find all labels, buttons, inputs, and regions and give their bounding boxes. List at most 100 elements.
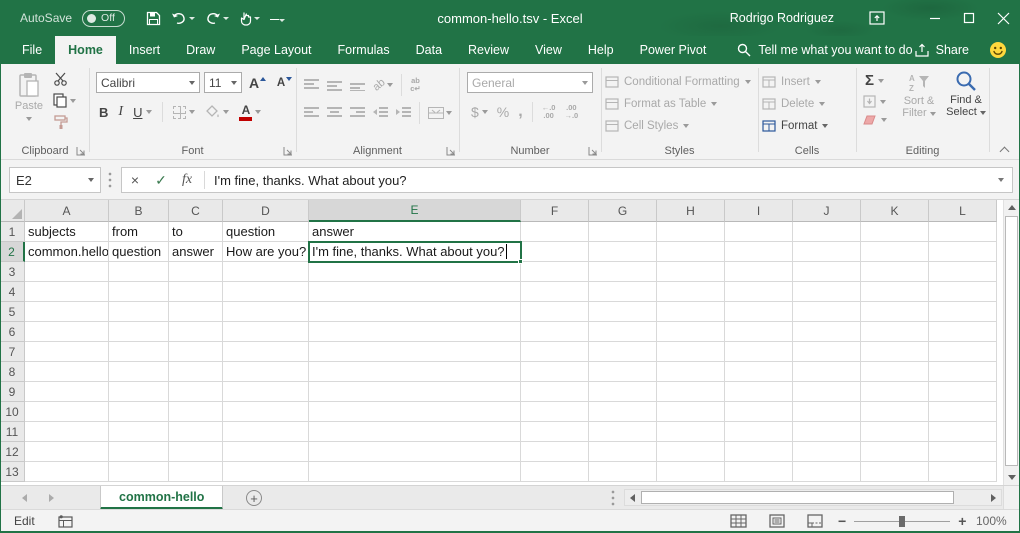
number-format-combo[interactable]: General [467,72,593,93]
align-top-icon[interactable] [304,79,319,91]
column-header-e[interactable]: E [309,200,521,222]
cell-l12[interactable] [929,442,997,462]
cell-j11[interactable] [793,422,861,442]
percent-style-button[interactable]: % [497,104,509,120]
expand-formula-bar-button[interactable] [990,178,1012,182]
cell-l1[interactable] [929,222,997,242]
cell-j8[interactable] [793,362,861,382]
redo-button[interactable] [202,6,232,30]
cell-d12[interactable] [223,442,309,462]
cell-e8[interactable] [309,362,521,382]
decrease-indent-icon[interactable] [373,107,388,119]
feedback-smiley-button[interactable] [989,41,1007,59]
cell-c4[interactable] [169,282,223,302]
cell-b3[interactable] [109,262,169,282]
insert-button[interactable]: Insert [758,71,856,93]
underline-button[interactable]: U [133,105,152,120]
cell-g11[interactable] [589,422,657,442]
wrap-text-button[interactable]: abc↵ [410,77,420,93]
cell-d9[interactable] [223,382,309,402]
cell-h7[interactable] [657,342,725,362]
cell-l7[interactable] [929,342,997,362]
cell-c11[interactable] [169,422,223,442]
align-right-icon[interactable] [350,107,365,119]
cell-e9[interactable] [309,382,521,402]
tab-formulas[interactable]: Formulas [325,36,403,64]
tab-help[interactable]: Help [575,36,627,64]
cell-c7[interactable] [169,342,223,362]
row-header-8[interactable]: 8 [0,362,25,382]
page-break-preview-button[interactable] [807,514,823,528]
undo-button[interactable] [168,6,198,30]
cell-k1[interactable] [861,222,929,242]
tab-view[interactable]: View [522,36,575,64]
column-header-l[interactable]: L [929,200,997,222]
cell-i7[interactable] [725,342,793,362]
cell-j13[interactable] [793,462,861,482]
row-header-12[interactable]: 12 [0,442,25,462]
cell-f12[interactable] [521,442,589,462]
column-header-k[interactable]: K [861,200,929,222]
cell-h9[interactable] [657,382,725,402]
cell-c10[interactable] [169,402,223,422]
row-header-10[interactable]: 10 [0,402,25,422]
clear-button[interactable] [862,114,887,126]
cell-c2[interactable]: answer [169,242,223,262]
cell-h3[interactable] [657,262,725,282]
cell-d2[interactable]: How are you? [223,242,309,262]
tell-me-search[interactable]: Tell me what you want to do [737,36,912,64]
cell-b2[interactable]: question [109,242,169,262]
cell-e11[interactable] [309,422,521,442]
previous-sheet-button[interactable] [22,494,27,502]
row-header-5[interactable]: 5 [0,302,25,322]
cell-e1[interactable]: answer [309,222,521,242]
cell-k10[interactable] [861,402,929,422]
cell-j10[interactable] [793,402,861,422]
cell-d1[interactable]: question [223,222,309,242]
bold-button[interactable]: B [99,105,108,120]
format-as-table-button[interactable]: Format as Table [601,93,758,115]
column-header-b[interactable]: B [109,200,169,222]
zoom-out-button[interactable]: − [838,513,846,529]
cell-d3[interactable] [223,262,309,282]
cell-k11[interactable] [861,422,929,442]
cell-f7[interactable] [521,342,589,362]
column-header-f[interactable]: F [521,200,589,222]
tab-draw[interactable]: Draw [173,36,228,64]
close-button[interactable] [986,0,1020,36]
increase-indent-icon[interactable] [396,107,411,119]
tab-data[interactable]: Data [403,36,455,64]
select-all-button[interactable] [0,200,25,222]
cell-f11[interactable] [521,422,589,442]
italic-button[interactable]: I [118,104,123,120]
scroll-up-button[interactable] [1004,200,1020,215]
format-button[interactable]: Format [758,115,856,137]
zoom-slider-thumb[interactable] [899,516,905,527]
cell-k6[interactable] [861,322,929,342]
redo-dropdown-icon[interactable] [223,17,229,20]
tab-insert[interactable]: Insert [116,36,173,64]
cell-a7[interactable] [25,342,109,362]
cell-i12[interactable] [725,442,793,462]
align-center-icon[interactable] [327,107,342,119]
cell-l3[interactable] [929,262,997,282]
find-select-button[interactable]: Find &Select [944,70,988,118]
row-header-13[interactable]: 13 [0,462,25,482]
cell-h11[interactable] [657,422,725,442]
cell-b12[interactable] [109,442,169,462]
cell-e5[interactable] [309,302,521,322]
cell-b7[interactable] [109,342,169,362]
enter-button[interactable]: ✓ [148,172,174,189]
cell-h2[interactable] [657,242,725,262]
cell-k9[interactable] [861,382,929,402]
cell-h1[interactable] [657,222,725,242]
cell-g7[interactable] [589,342,657,362]
name-box-dropdown-icon[interactable] [88,178,94,182]
normal-view-button[interactable] [730,514,747,528]
increase-decimal-button[interactable]: ←.0.00 [542,104,556,120]
copy-button[interactable] [53,93,76,108]
cell-c12[interactable] [169,442,223,462]
cell-j12[interactable] [793,442,861,462]
cell-f1[interactable] [521,222,589,242]
cell-k13[interactable] [861,462,929,482]
